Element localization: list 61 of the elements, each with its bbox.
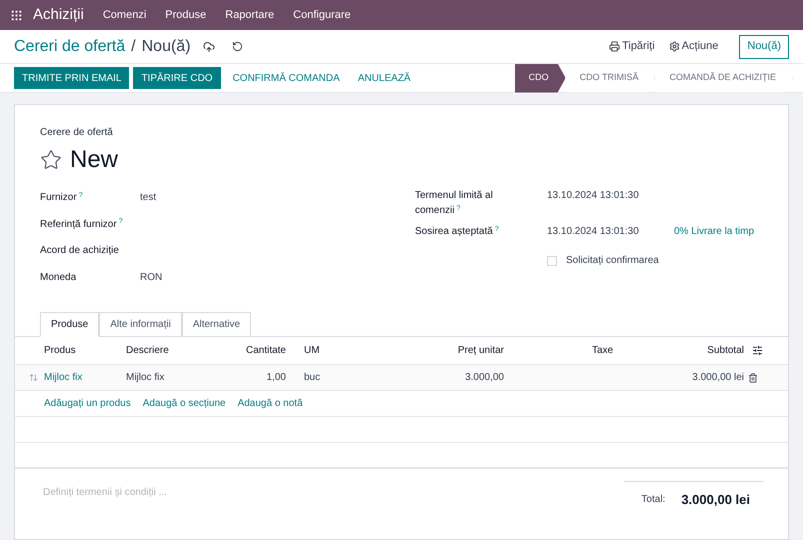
table-cell-text: 3.000,00 lei bbox=[691, 371, 744, 385]
field-label: Furnizor $^{?}$ bbox=[40, 190, 84, 205]
column-header[interactable]: Subtotal bbox=[644, 343, 744, 358]
field-label: Moneda bbox=[40, 270, 78, 284]
field-value[interactable]: 13.10.2024 13:01:30 bbox=[547, 188, 674, 203]
add-line-link[interactable]: Adaugă o notă bbox=[238, 396, 303, 411]
action-button[interactable]: ANULEAZĂ bbox=[350, 67, 419, 89]
field-value[interactable]: RON bbox=[140, 270, 162, 284]
nav-menu-item[interactable]: Comenzi bbox=[102, 6, 146, 24]
column-header[interactable]: Taxe bbox=[504, 343, 644, 358]
breadcrumb-separator: / bbox=[131, 36, 136, 56]
tab[interactable]: Alternative bbox=[182, 312, 252, 337]
table-cell-text: 3.000,00 bbox=[464, 371, 504, 385]
tab[interactable]: Produse bbox=[40, 312, 100, 337]
field-label: Termenul limită al comenzii $^{?}$ bbox=[415, 189, 494, 218]
column-header[interactable]: Cantitate bbox=[216, 343, 286, 358]
checkbox-label: Solicitați confirmarea bbox=[566, 254, 659, 268]
table-cell-text: 1,00 bbox=[266, 371, 286, 385]
nav-menu-item[interactable]: Raportare bbox=[225, 6, 274, 24]
form-title: New bbox=[70, 145, 118, 175]
nav-menu-item[interactable]: Produse bbox=[165, 6, 206, 24]
apps-menu-icon[interactable] bbox=[10, 8, 23, 22]
table-cell-text: Mijloc fix bbox=[126, 371, 166, 385]
star-icon[interactable] bbox=[40, 149, 62, 171]
column-header[interactable]: Preț unitar bbox=[374, 343, 504, 358]
confirmation-checkbox[interactable] bbox=[547, 256, 557, 266]
add-line-link[interactable]: Adăugați un produs bbox=[44, 396, 131, 411]
field-label: Referință furnizor $^{?}$ bbox=[40, 217, 124, 232]
add-line-link[interactable]: Adaugă o secțiune bbox=[142, 396, 226, 411]
discard-icon[interactable] bbox=[232, 41, 243, 52]
action-button[interactable]: TIPĂRIRE CDO bbox=[133, 67, 221, 89]
table-cell[interactable]: Mijloc fix bbox=[44, 370, 126, 385]
tab[interactable]: Alte informații bbox=[99, 312, 182, 337]
action-button[interactable]: Acțiune bbox=[668, 38, 718, 55]
column-header[interactable]: Descriere bbox=[126, 343, 216, 358]
delete-icon[interactable] bbox=[748, 372, 758, 382]
field-label: Sosirea așteptată $^{?}$ bbox=[415, 224, 500, 239]
printer-icon bbox=[609, 41, 620, 52]
breadcrumb-link[interactable]: Cereri de ofertă bbox=[14, 34, 126, 58]
form-subtitle: Cerere de ofertă bbox=[40, 126, 114, 140]
new-button[interactable]: Nou(ă) bbox=[739, 34, 789, 58]
drag-handle-icon[interactable] bbox=[29, 373, 38, 382]
save-icon[interactable] bbox=[202, 40, 215, 52]
field-label: Acord de achiziție bbox=[40, 244, 120, 258]
app-name[interactable]: Achiziții bbox=[33, 4, 84, 26]
total-label: Total: bbox=[641, 493, 666, 508]
field-value[interactable]: test bbox=[140, 190, 156, 205]
column-header[interactable]: UM bbox=[286, 343, 374, 358]
nav-menu-item[interactable]: Configurare bbox=[293, 6, 351, 24]
gear-icon bbox=[668, 41, 680, 52]
print-button[interactable]: Tipăriți bbox=[609, 38, 655, 55]
action-button[interactable]: CONFIRMĂ COMANDA bbox=[224, 67, 348, 89]
status-stage[interactable]: CDO bbox=[514, 64, 566, 92]
table-cell-text: buc bbox=[303, 371, 322, 385]
on-time-delivery-link[interactable]: 0% Livrare la timp bbox=[674, 224, 754, 239]
total-value: 3.000,00 lei bbox=[681, 491, 750, 509]
field-value[interactable]: 13.10.2024 13:01:30 bbox=[547, 224, 674, 239]
column-header[interactable]: Produs bbox=[44, 343, 126, 358]
action-button[interactable]: TRIMITE PRIN EMAIL bbox=[14, 67, 130, 89]
column-settings-icon[interactable] bbox=[752, 345, 763, 356]
record-title: Nou(ă) bbox=[142, 36, 191, 56]
